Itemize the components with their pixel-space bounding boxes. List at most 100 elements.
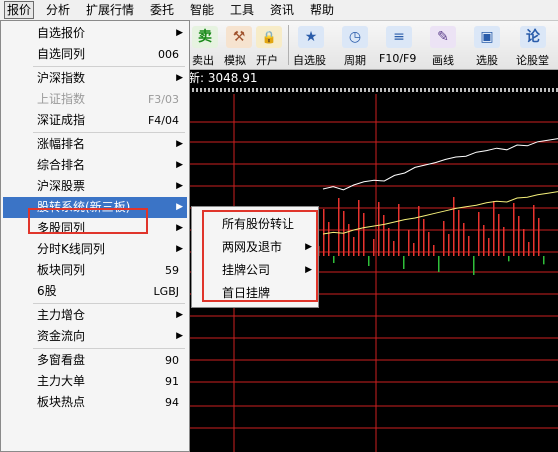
volume-bar [408,230,410,256]
menu-item-label: 分时K线同列 [37,242,105,256]
volume-bar [418,206,420,256]
f10-label: F10/F9 [379,52,417,65]
menu-item[interactable]: 涨幅排名 ▶ [3,134,187,155]
menu-item[interactable]: 多窗看盘 90 [3,350,187,371]
draw-line-button[interactable]: ✎ 画线 [424,21,464,69]
submenu-arrow-icon: ▶ [176,331,183,341]
menu-quote[interactable]: 报价 [4,1,35,19]
price-status-text: 新: 3048.91 [188,71,258,85]
menu-item-label: 涨幅排名 [37,137,86,151]
volume-bar [543,256,545,265]
menu-item-label: 沪深指数 [37,71,86,85]
volume-bar [398,204,400,256]
draw-line-label: 画线 [432,54,454,67]
menu-item[interactable]: 分时K线同列 ▶ [3,239,187,260]
menu-item-label: 自选报价 [37,26,86,40]
simulate-label: 模拟 [224,54,246,67]
simulate-button[interactable]: ⚒ 模拟 [222,21,252,69]
star-icon: ★ [298,26,324,48]
menu-item-shortcut: 90 [165,354,179,367]
volume-bar [423,219,425,256]
submenu-arrow-icon: ▶ [176,310,183,320]
watchlist-button[interactable]: ★ 自选股 [292,21,332,69]
menu-item[interactable]: 自选报价 ▶ [3,23,187,44]
menu-order[interactable]: 委托 [150,2,174,18]
stock-screen-button[interactable]: ▣ 选股 [468,21,508,69]
volume-bar [468,236,470,256]
period-button[interactable]: ◷ 周期 [336,21,376,69]
watchlist-label: 自选股 [293,54,326,67]
volume-bar [523,229,525,256]
menu-item-label: 板块同列 [37,263,86,277]
menu-item[interactable]: 自选同列 006 [3,44,187,65]
period-label: 周期 [344,54,366,67]
volume-bar [478,212,480,256]
menu-item[interactable]: 资金流向 ▶ [3,326,187,347]
gavel-icon: ⚒ [226,26,252,48]
screen-icon: ▣ [474,26,500,48]
volume-bar [348,224,350,256]
menu-separator [33,303,185,304]
menu-smart[interactable]: 智能 [190,2,214,18]
menu-item[interactable]: 6股 LGBJ [3,281,187,302]
volume-bar [538,218,540,256]
menu-item-label: 主力增仓 [37,308,86,322]
menu-item-label: 深证成指 [37,113,86,127]
menu-news[interactable]: 资讯 [270,2,294,18]
volume-bar [438,256,440,272]
menu-analysis[interactable]: 分析 [46,2,70,18]
volume-bar [443,221,445,256]
submenu-arrow-icon: ▶ [176,139,183,149]
submenu-arrow-icon: ▶ [176,202,183,212]
menu-item[interactable]: 综合排名 ▶ [3,155,187,176]
volume-bar [428,232,430,256]
volume-bar [448,234,450,256]
menu-item[interactable]: 板块同列 59 [3,260,187,281]
sell-button[interactable]: 卖 卖出 [190,21,218,69]
menu-item[interactable]: 沪深指数 ▶ [3,68,187,89]
menu-item-label: 综合排名 [37,158,86,172]
volume-bar [503,227,505,256]
menu-extended-quote[interactable]: 扩展行情 [86,2,134,18]
menu-item[interactable]: 板块热点 94 [3,392,187,413]
menu-item[interactable]: 主力大单 91 [3,371,187,392]
volume-bar [508,256,510,262]
volume-bar [328,222,330,256]
forum-button[interactable]: 论 论股堂 [512,21,556,69]
submenu-arrow-icon: ▶ [176,160,183,170]
dash-divider [188,88,558,92]
submenu-arrow-icon: ▶ [176,28,183,38]
forum-label: 论股堂 [516,54,549,67]
volume-bar [513,203,515,256]
forum-icon: 论 [520,26,546,48]
menu-separator [33,132,185,133]
menu-item: 上证指数 F3/03 [3,89,187,110]
annotation-box-submenu [202,210,318,302]
volume-bar [453,197,455,256]
menu-item[interactable]: 沪深股票 ▶ [3,176,187,197]
menu-item-label: 资金流向 [37,329,86,343]
menu-help[interactable]: 帮助 [310,2,334,18]
submenu-arrow-icon: ▶ [176,181,183,191]
menu-item-label: 主力大单 [37,374,86,388]
volume-bar [533,205,535,256]
menu-item-shortcut: F3/03 [147,93,179,106]
clock-icon: ◷ [342,26,368,48]
menu-item-label: 6股 [37,284,57,298]
menu-item-label: 多窗看盘 [37,353,86,367]
menu-tools[interactable]: 工具 [230,2,254,18]
volume-bar [433,245,435,256]
volume-bar [353,237,355,256]
sell-label: 卖出 [192,54,214,67]
annotation-box-menu [28,208,148,234]
menu-item[interactable]: 主力增仓 ▶ [3,305,187,326]
menu-separator [33,66,185,67]
volume-bar [483,225,485,256]
volume-bar [393,241,395,256]
menu-item[interactable]: 深证成指 F4/04 [3,110,187,131]
menu-item-shortcut: 59 [165,264,179,277]
lock-icon: 🔒 [256,26,282,48]
f10-button[interactable]: ≡ F10/F9 [378,21,422,69]
price-status: 新: 3048.91 [188,70,558,86]
open-account-button[interactable]: 🔒 开户 [254,21,284,69]
